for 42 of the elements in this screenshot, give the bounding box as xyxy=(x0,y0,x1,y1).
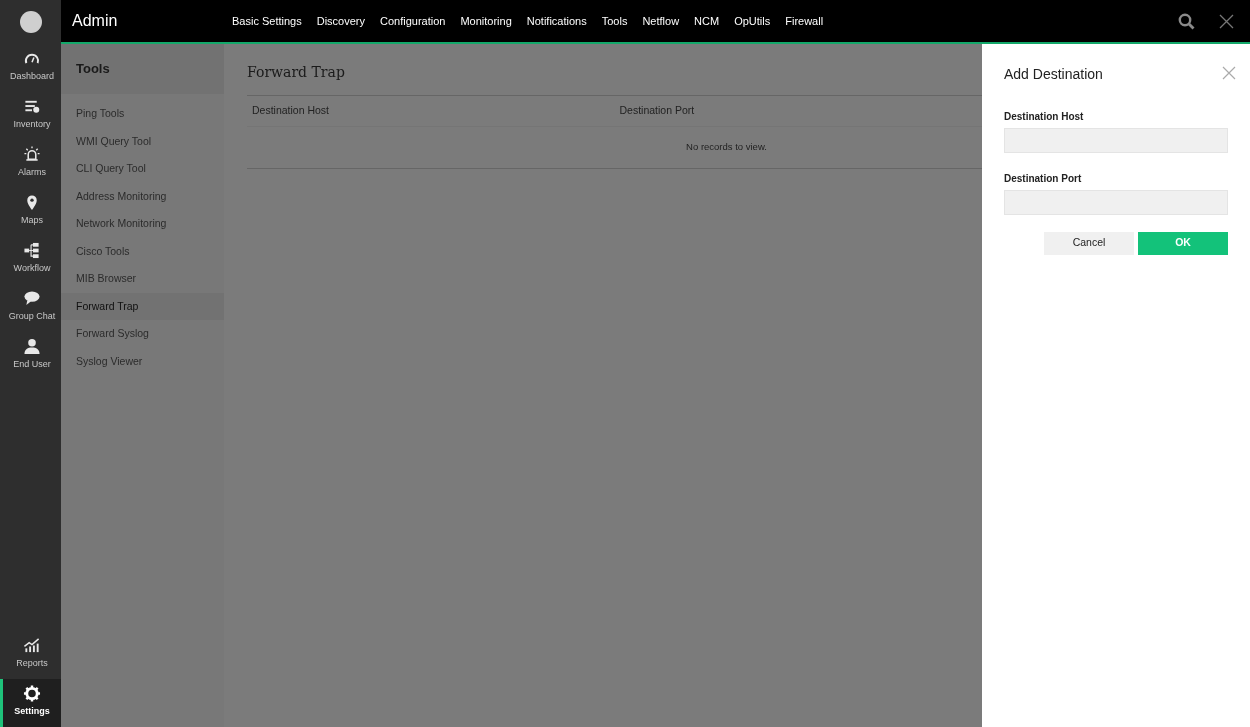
nav-link[interactable]: Discovery xyxy=(316,12,365,30)
avatar[interactable] xyxy=(19,11,42,33)
input-field[interactable] xyxy=(1004,127,1228,153)
rail-item[interactable]: Inventory xyxy=(0,92,61,140)
field-label: Destination Host xyxy=(1004,109,1085,124)
close-icon[interactable] xyxy=(1219,13,1234,29)
chart-icon xyxy=(23,637,41,655)
column-header[interactable]: Destination Host xyxy=(247,102,615,119)
field-label: Destination Port xyxy=(1004,171,1083,186)
nav-link[interactable]: Notifications xyxy=(526,12,587,30)
menu-item[interactable]: Forward Trap xyxy=(61,292,224,320)
empty-message: No records to view. xyxy=(686,140,767,155)
input-field[interactable] xyxy=(1004,189,1228,215)
rail-item[interactable]: Dashboard xyxy=(0,44,61,92)
nav-link[interactable]: Firewall xyxy=(785,12,824,30)
settings-icon xyxy=(23,685,41,703)
app-title: Admin xyxy=(71,11,119,31)
rail-item[interactable]: Workflow xyxy=(0,236,61,284)
cancel-button[interactable]: Cancel xyxy=(1044,231,1134,255)
panel-title: Add Destination xyxy=(1004,66,1103,83)
user-icon xyxy=(23,338,41,356)
rail-item[interactable]: End User xyxy=(0,332,61,380)
panel-title: Tools xyxy=(61,44,224,94)
list-icon xyxy=(23,98,41,116)
nav-link[interactable]: Configuration xyxy=(380,12,446,30)
search-icon[interactable] xyxy=(1178,12,1195,30)
page-title: Forward Trap xyxy=(247,64,346,81)
rail-item[interactable]: Group Chat xyxy=(0,284,61,332)
nav-link[interactable]: Basic Settings xyxy=(232,12,302,30)
alarm-icon xyxy=(23,146,41,164)
chat-bubble-icon xyxy=(23,290,41,308)
nav-link[interactable]: Tools xyxy=(601,12,628,30)
column-header[interactable]: Destination Port xyxy=(614,102,982,119)
rail-item[interactable]: Reports xyxy=(0,631,61,679)
workflow-icon xyxy=(23,242,41,260)
nav-link[interactable]: Netflow xyxy=(642,12,680,30)
nav-link[interactable]: NCM xyxy=(694,12,720,30)
rail-item[interactable]: Settings xyxy=(0,679,61,727)
nav-link[interactable]: Monitoring xyxy=(460,12,512,30)
nav-link[interactable]: OpUtils xyxy=(734,12,771,30)
rail-item[interactable]: Alarms xyxy=(0,140,61,188)
rail-item[interactable]: Maps xyxy=(0,188,61,236)
